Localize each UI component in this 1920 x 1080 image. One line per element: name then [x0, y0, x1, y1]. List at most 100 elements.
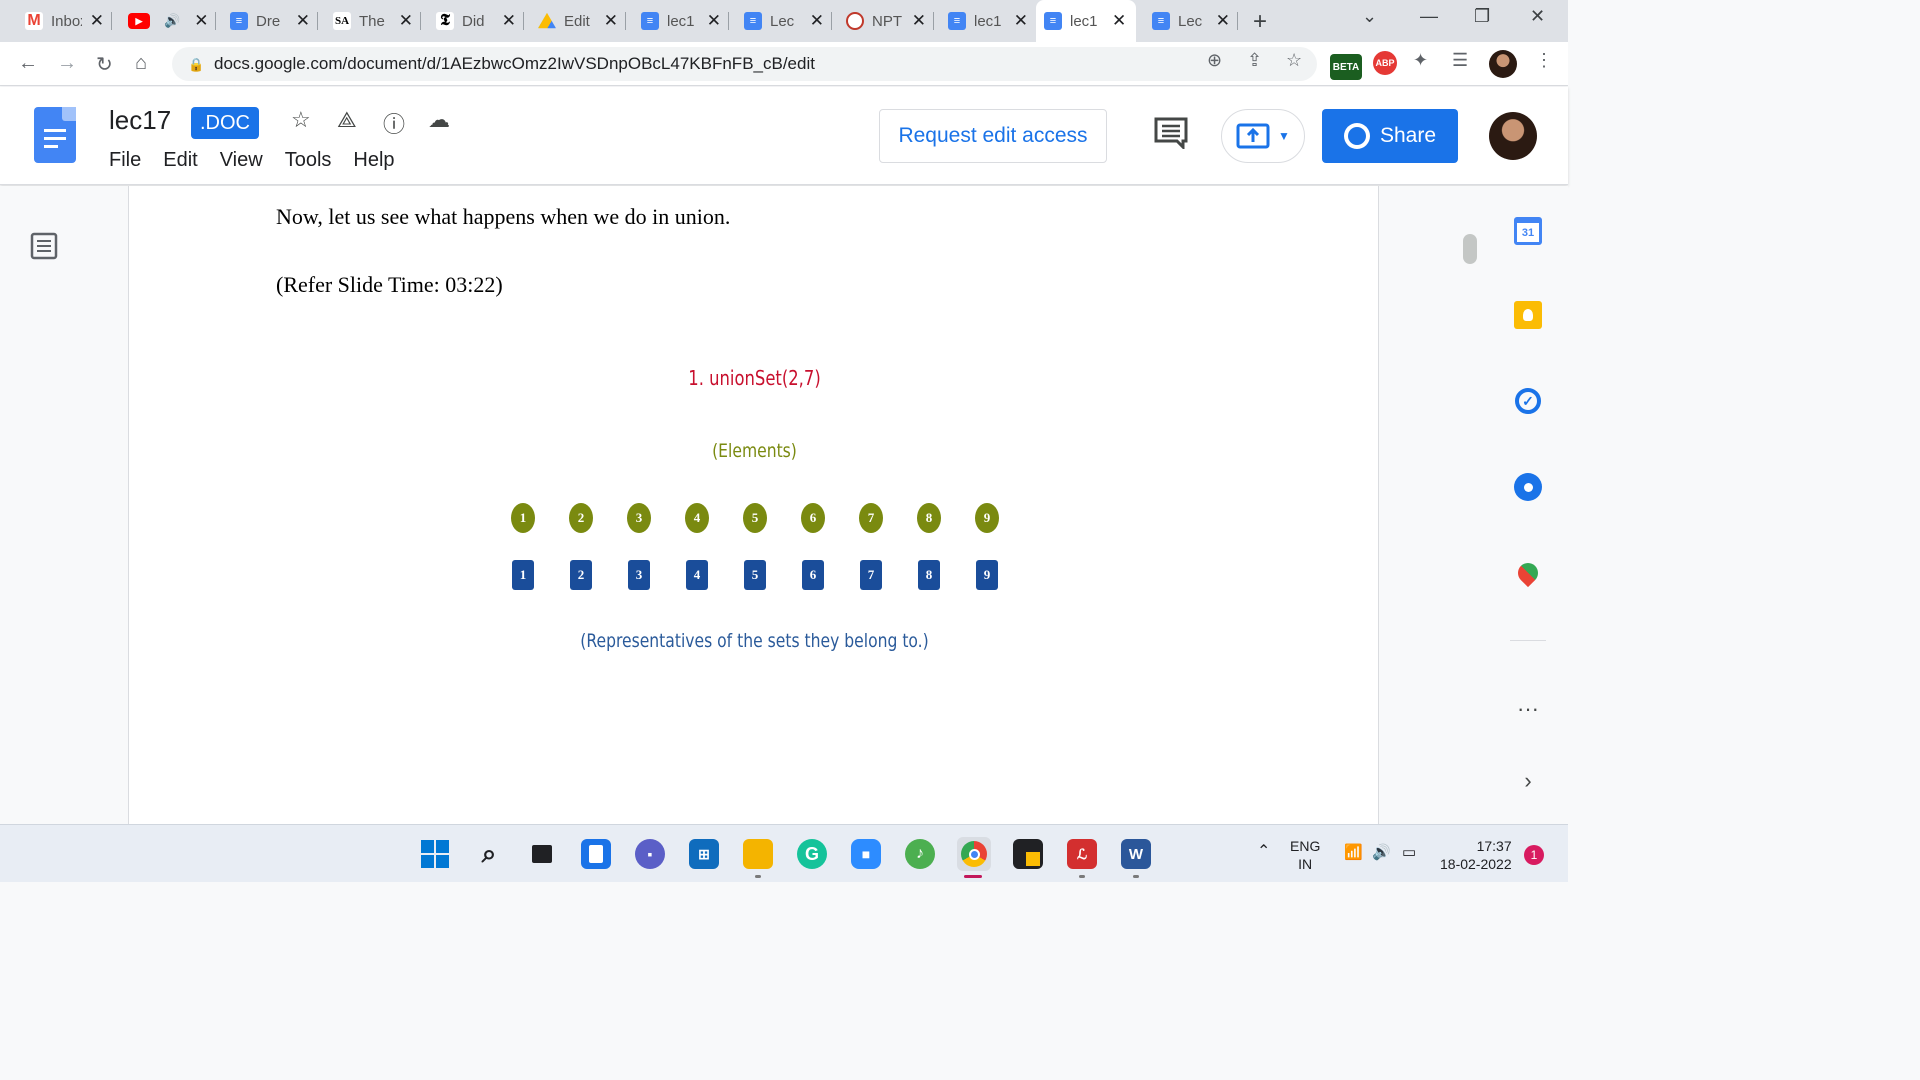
- paragraph-slide-time: (Refer Slide Time: 03:22): [276, 272, 503, 297]
- zoom-app-icon[interactable]: ■: [851, 839, 881, 869]
- present-button[interactable]: ▼: [1221, 109, 1305, 163]
- tab-docs-lec1a[interactable]: ≡ lec1 ✕: [633, 6, 729, 36]
- back-icon[interactable]: ←: [18, 52, 38, 75]
- wifi-icon[interactable]: 📶: [1344, 844, 1363, 862]
- forward-icon[interactable]: →: [57, 52, 77, 75]
- speaker-icon[interactable]: 🔊: [164, 13, 180, 29]
- home-icon[interactable]: ⌂: [135, 52, 147, 75]
- clock[interactable]: 17:37 18-02-2022: [1440, 837, 1512, 873]
- info-icon[interactable]: ⓘ: [383, 107, 405, 139]
- adblock-icon[interactable]: ABP: [1373, 51, 1397, 75]
- document-outline-icon[interactable]: [30, 232, 58, 260]
- comment-history-icon[interactable]: [1153, 117, 1189, 149]
- minimize-icon[interactable]: —: [1420, 6, 1438, 27]
- close-tab-icon[interactable]: ✕: [810, 11, 824, 31]
- browser-menu-icon[interactable]: ⋮: [1535, 50, 1553, 71]
- menu-help[interactable]: Help: [353, 149, 394, 172]
- keep-icon[interactable]: [1513, 300, 1543, 330]
- file-explorer-icon[interactable]: [743, 839, 773, 869]
- close-tab-icon[interactable]: ✕: [912, 11, 926, 31]
- browser-toolbar: ← → ↻ ⌂ 🔒 docs.google.com/document/d/1AE…: [0, 42, 1568, 86]
- tab-docs-dre[interactable]: ≡ Dre ✕: [222, 6, 318, 36]
- tab-docs-leca[interactable]: ≡ Lec ✕: [736, 6, 832, 36]
- tab-sa[interactable]: SA The ✕: [325, 6, 421, 36]
- file-type-badge: .DOC: [191, 107, 259, 139]
- close-tab-icon[interactable]: ✕: [296, 11, 310, 31]
- widgets-icon[interactable]: [581, 839, 611, 869]
- close-window-icon[interactable]: ✕: [1530, 6, 1545, 27]
- grammarly-icon[interactable]: G: [797, 839, 827, 869]
- hide-side-panel-icon[interactable]: ›: [1513, 766, 1543, 796]
- chrome-icon[interactable]: [957, 837, 991, 871]
- close-tab-icon[interactable]: ✕: [194, 11, 208, 31]
- globe-icon: [1343, 123, 1370, 149]
- tab-search-icon[interactable]: ⌄: [1362, 6, 1377, 27]
- share-page-icon[interactable]: ⇪: [1247, 50, 1262, 71]
- calendar-icon[interactable]: 31: [1513, 216, 1543, 246]
- beta-extension-icon[interactable]: BETA: [1330, 54, 1362, 80]
- microsoft-store-icon[interactable]: ⊞: [689, 839, 719, 869]
- task-view-icon[interactable]: [527, 839, 557, 869]
- reload-icon[interactable]: ↻: [96, 52, 113, 77]
- side-panel: 31 ✓ ··· ›: [1490, 186, 1568, 824]
- show-hidden-icons-icon[interactable]: ⌃: [1257, 843, 1270, 861]
- menu-view[interactable]: View: [220, 149, 263, 172]
- tab-nptel[interactable]: NPT ✕: [838, 6, 934, 36]
- maps-icon[interactable]: [1513, 558, 1543, 588]
- close-tab-icon[interactable]: ✕: [707, 11, 721, 31]
- tab-docs-lec1b[interactable]: ≡ lec1 ✕: [940, 6, 1036, 36]
- cloud-status-icon[interactable]: ☁: [428, 107, 450, 133]
- battery-icon[interactable]: ▭: [1402, 844, 1416, 862]
- tab-nyt[interactable]: 𝕿 Did ✕: [428, 6, 524, 36]
- new-tab-icon[interactable]: +: [1253, 8, 1267, 36]
- tasks-icon[interactable]: ✓: [1513, 386, 1543, 416]
- document-title[interactable]: lec17: [109, 105, 171, 136]
- close-tab-icon[interactable]: ✕: [1014, 11, 1028, 31]
- browser-profile-avatar[interactable]: [1489, 50, 1517, 78]
- sticky-notes-icon[interactable]: [1013, 839, 1043, 869]
- teams-chat-icon[interactable]: ▪: [635, 839, 665, 869]
- request-edit-access-button[interactable]: Request edit access: [879, 109, 1107, 163]
- extensions-puzzle-icon[interactable]: ✦: [1413, 50, 1428, 71]
- evernote-icon[interactable]: ♪: [905, 839, 935, 869]
- close-tab-icon[interactable]: ✕: [604, 11, 618, 31]
- windows-start-icon[interactable]: [420, 839, 450, 869]
- language-indicator[interactable]: ENG IN: [1290, 837, 1320, 873]
- lock-icon[interactable]: 🔒: [188, 57, 204, 72]
- menu-tools[interactable]: Tools: [285, 149, 332, 172]
- tab-youtube[interactable]: ▶ 🔊 ✕: [120, 6, 216, 36]
- reading-list-icon[interactable]: ☰: [1452, 50, 1468, 71]
- contacts-icon[interactable]: [1513, 472, 1543, 502]
- menu-edit[interactable]: Edit: [163, 149, 197, 172]
- star-icon[interactable]: ☆: [291, 107, 311, 133]
- more-addons-icon[interactable]: ···: [1513, 694, 1543, 724]
- close-tab-icon[interactable]: ✕: [90, 11, 104, 31]
- search-icon[interactable]: ⌕: [474, 838, 504, 869]
- notification-badge[interactable]: 1: [1524, 845, 1544, 865]
- word-icon[interactable]: W: [1121, 839, 1151, 869]
- close-tab-icon[interactable]: ✕: [502, 11, 516, 31]
- acrobat-icon[interactable]: ℒ: [1067, 839, 1097, 869]
- menu-file[interactable]: File: [109, 149, 141, 172]
- element-node-7: 7: [859, 503, 883, 533]
- tab-drive[interactable]: Edit ✕: [530, 6, 626, 36]
- tab-gmail[interactable]: M Inbox ✕: [17, 6, 112, 36]
- tab-docs-lecb[interactable]: ≡ Lec ✕: [1144, 6, 1238, 36]
- share-button[interactable]: Share: [1322, 109, 1458, 163]
- document-page[interactable]: Now, let us see what happens when we do …: [128, 186, 1379, 824]
- zoom-icon[interactable]: ⊕: [1207, 50, 1222, 71]
- bookmark-star-icon[interactable]: ☆: [1286, 50, 1302, 71]
- close-tab-icon[interactable]: ✕: [399, 11, 413, 31]
- scrollbar-thumb[interactable]: [1463, 234, 1477, 264]
- address-bar[interactable]: 🔒 docs.google.com/document/d/1AEzbwcOmz2…: [172, 47, 1317, 81]
- volume-icon[interactable]: 🔊: [1372, 844, 1391, 862]
- add-shortcut-drive-icon[interactable]: ⟁: [337, 107, 357, 133]
- present-dropdown-icon[interactable]: ▼: [1278, 129, 1290, 143]
- docs-icon: ≡: [744, 12, 762, 30]
- docs-logo-icon[interactable]: [34, 107, 76, 163]
- close-tab-icon[interactable]: ✕: [1112, 11, 1126, 31]
- restore-icon[interactable]: ❐: [1474, 6, 1490, 27]
- close-tab-icon[interactable]: ✕: [1216, 11, 1230, 31]
- tab-docs-lec1-active[interactable]: ≡ lec1 ✕: [1036, 0, 1136, 42]
- account-avatar[interactable]: [1489, 112, 1537, 160]
